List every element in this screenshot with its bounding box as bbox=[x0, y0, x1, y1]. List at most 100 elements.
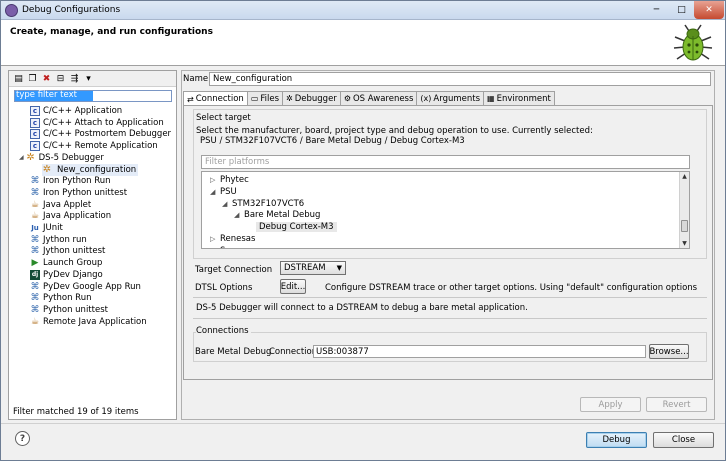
scroll-down-icon[interactable]: ▼ bbox=[680, 239, 689, 248]
tree-item[interactable]: c C/C++ Attach to Application bbox=[30, 117, 164, 129]
expand-arrow-icon[interactable]: ◢ bbox=[19, 154, 24, 161]
bug-icon bbox=[673, 24, 713, 61]
close-window-button[interactable]: ✕ bbox=[694, 1, 724, 19]
django-icon: dj bbox=[30, 269, 40, 280]
window-title: Debug Configurations bbox=[22, 5, 121, 15]
tab-os-awareness[interactable]: ⚙ OS Awareness bbox=[339, 91, 418, 105]
chevron-down-icon[interactable]: ◢ bbox=[210, 188, 218, 196]
tree-item[interactable]: c C/C++ Remote Application bbox=[30, 140, 158, 152]
tree-item-label: PyDev Django bbox=[43, 269, 103, 280]
tree-item-label: Iron Python Run bbox=[43, 176, 111, 187]
filter-icon[interactable]: ⇶ bbox=[69, 73, 80, 84]
connections-title: Connections bbox=[196, 326, 251, 336]
scroll-up-icon[interactable]: ▲ bbox=[680, 172, 689, 181]
title-bar[interactable]: Debug Configurations ─ □ ✕ bbox=[1, 1, 725, 20]
tree-item[interactable]: ⌘ Python Run bbox=[30, 292, 92, 304]
tab-label: Connection bbox=[195, 94, 244, 104]
tree-item[interactable]: ▶ Launch Group bbox=[30, 257, 103, 269]
platform-tree-item[interactable]: ▷Samsung bbox=[210, 245, 259, 248]
target-connection-select[interactable]: DSTREAM ▼ bbox=[280, 261, 346, 275]
tree-item-label: Launch Group bbox=[43, 258, 103, 269]
help-icon[interactable]: ? bbox=[15, 431, 30, 446]
tab-connection[interactable]: ⇄ Connection bbox=[183, 91, 248, 106]
tree-item-label: JUnit bbox=[43, 223, 63, 233]
tree-item[interactable]: c C/C++ Postmortem Debugger bbox=[30, 128, 171, 140]
c-icon: c bbox=[30, 117, 40, 128]
tree-item[interactable]: ⌘ Jython run bbox=[30, 234, 87, 246]
browse-button[interactable]: Browse... bbox=[649, 344, 689, 359]
tree-item[interactable]: ⌘ PyDev Google App Run bbox=[30, 281, 141, 293]
platform-filter-input[interactable]: Filter platforms bbox=[201, 155, 690, 169]
platform-scrollbar[interactable]: ▲ ▼ bbox=[679, 172, 689, 248]
select-target-title: Select target bbox=[196, 113, 251, 123]
target-connection-value: DSTREAM bbox=[284, 263, 326, 273]
java-icon: ☕ bbox=[30, 316, 40, 327]
tree-item[interactable]: dj PyDev Django bbox=[30, 269, 103, 281]
tree-item[interactable]: ◢ ✲ DS-5 Debugger bbox=[19, 152, 104, 164]
python-icon: ⌘ bbox=[30, 281, 40, 292]
chevron-right-icon[interactable]: ▷ bbox=[210, 235, 218, 243]
dtsl-edit-button[interactable]: Edit... bbox=[280, 279, 306, 294]
platform-tree-item[interactable]: ▷ Phytec bbox=[210, 174, 249, 186]
separator bbox=[193, 297, 707, 298]
tree-item-label: C/C++ Postmortem Debugger bbox=[43, 129, 172, 140]
tree-item[interactable]: c C/C++ Application bbox=[30, 105, 122, 117]
name-input[interactable]: New_configuration bbox=[209, 72, 711, 86]
delete-icon[interactable]: ✖ bbox=[41, 73, 52, 84]
tree-item[interactable]: ⌘ Python unittest bbox=[30, 304, 108, 316]
tab-files[interactable]: ▭ Files bbox=[246, 91, 284, 105]
tree-item[interactable]: Ju JUnit bbox=[30, 222, 63, 234]
platform-tree-item[interactable]: ◢ STM32F107VCT6 bbox=[222, 198, 304, 210]
connection-input[interactable]: USB:003877 bbox=[313, 345, 646, 358]
tree-item[interactable]: ⌘ Iron Python Run bbox=[30, 175, 111, 187]
chevron-down-icon[interactable]: ◢ bbox=[222, 200, 230, 208]
connection-label: Connection bbox=[269, 347, 318, 357]
tab-label: OS Awareness bbox=[352, 93, 414, 104]
config-type-panel: ▤ ❐ ✖ ⊟ ⇶ ▾ type filter text c C/C++ Applicati… bbox=[8, 70, 177, 420]
tree-item[interactable]: ☕ Remote Java Application bbox=[30, 316, 147, 328]
c-icon: c bbox=[30, 129, 40, 140]
platform-tree-item[interactable]: ◢ Bare Metal Debug bbox=[234, 209, 320, 221]
tab-arguments[interactable]: (x) Arguments bbox=[416, 91, 485, 105]
platform-tree-label: STM32F107VCT6 bbox=[232, 198, 305, 209]
connection-icon: ⇄ bbox=[187, 94, 194, 104]
chevron-right-icon[interactable]: ▷ bbox=[210, 247, 218, 248]
close-button[interactable]: Close bbox=[653, 432, 714, 448]
tree-item[interactable]: ☕ Java Application bbox=[30, 210, 111, 222]
connection-summary: DS-5 Debugger will connect to a DSTREAM … bbox=[196, 303, 528, 313]
platform-tree-item[interactable]: ▷ Renesas bbox=[210, 233, 255, 245]
filter-status: Filter matched 19 of 19 items bbox=[13, 407, 139, 417]
java-icon: ☕ bbox=[30, 199, 40, 210]
platform-tree-item[interactable]: Debug Cortex-M3 bbox=[246, 221, 337, 233]
separator bbox=[193, 318, 707, 319]
chevron-down-icon: ▼ bbox=[336, 264, 342, 272]
revert-button[interactable]: Revert bbox=[646, 397, 707, 412]
python-icon: ⌘ bbox=[30, 246, 40, 257]
collapse-all-icon[interactable]: ⊟ bbox=[55, 73, 66, 84]
tree-item[interactable]: ⌘ Jython unittest bbox=[30, 245, 106, 257]
new-config-icon[interactable]: ▤ bbox=[13, 73, 24, 84]
dropdown-icon[interactable]: ▾ bbox=[83, 73, 94, 84]
tree-item[interactable]: ☕ Java Applet bbox=[30, 199, 91, 211]
debug-configurations-window: Debug Configurations ─ □ ✕ Create, manag… bbox=[0, 0, 726, 461]
duplicate-icon[interactable]: ❐ bbox=[27, 73, 38, 84]
java-icon: ☕ bbox=[30, 211, 40, 222]
tree-item[interactable]: ⌘ Iron Python unittest bbox=[30, 187, 128, 199]
platform-tree-item[interactable]: ◢ PSU bbox=[210, 186, 237, 198]
tab-label: Environment bbox=[496, 93, 551, 104]
tab-debugger[interactable]: ✲ Debugger bbox=[282, 91, 341, 105]
tab-label: Debugger bbox=[294, 93, 337, 104]
maximize-button[interactable]: □ bbox=[669, 1, 694, 19]
apply-button[interactable]: Apply bbox=[580, 397, 641, 412]
tree-item-label: New_configuration bbox=[55, 164, 139, 175]
dialog-header: Create, manage, and run configurations bbox=[1, 20, 725, 66]
select-target-description: Select the manufacturer, board, project … bbox=[196, 126, 593, 136]
tree-item[interactable]: ✲ New_configuration bbox=[42, 163, 139, 176]
tab-environment[interactable]: ▦ Environment bbox=[483, 91, 555, 105]
chevron-right-icon[interactable]: ▷ bbox=[210, 176, 218, 184]
filter-input[interactable] bbox=[14, 90, 172, 102]
chevron-down-icon[interactable]: ◢ bbox=[234, 211, 242, 219]
scroll-thumb[interactable] bbox=[681, 220, 688, 232]
minimize-button[interactable]: ─ bbox=[644, 1, 669, 19]
debug-button[interactable]: Debug bbox=[586, 432, 647, 448]
